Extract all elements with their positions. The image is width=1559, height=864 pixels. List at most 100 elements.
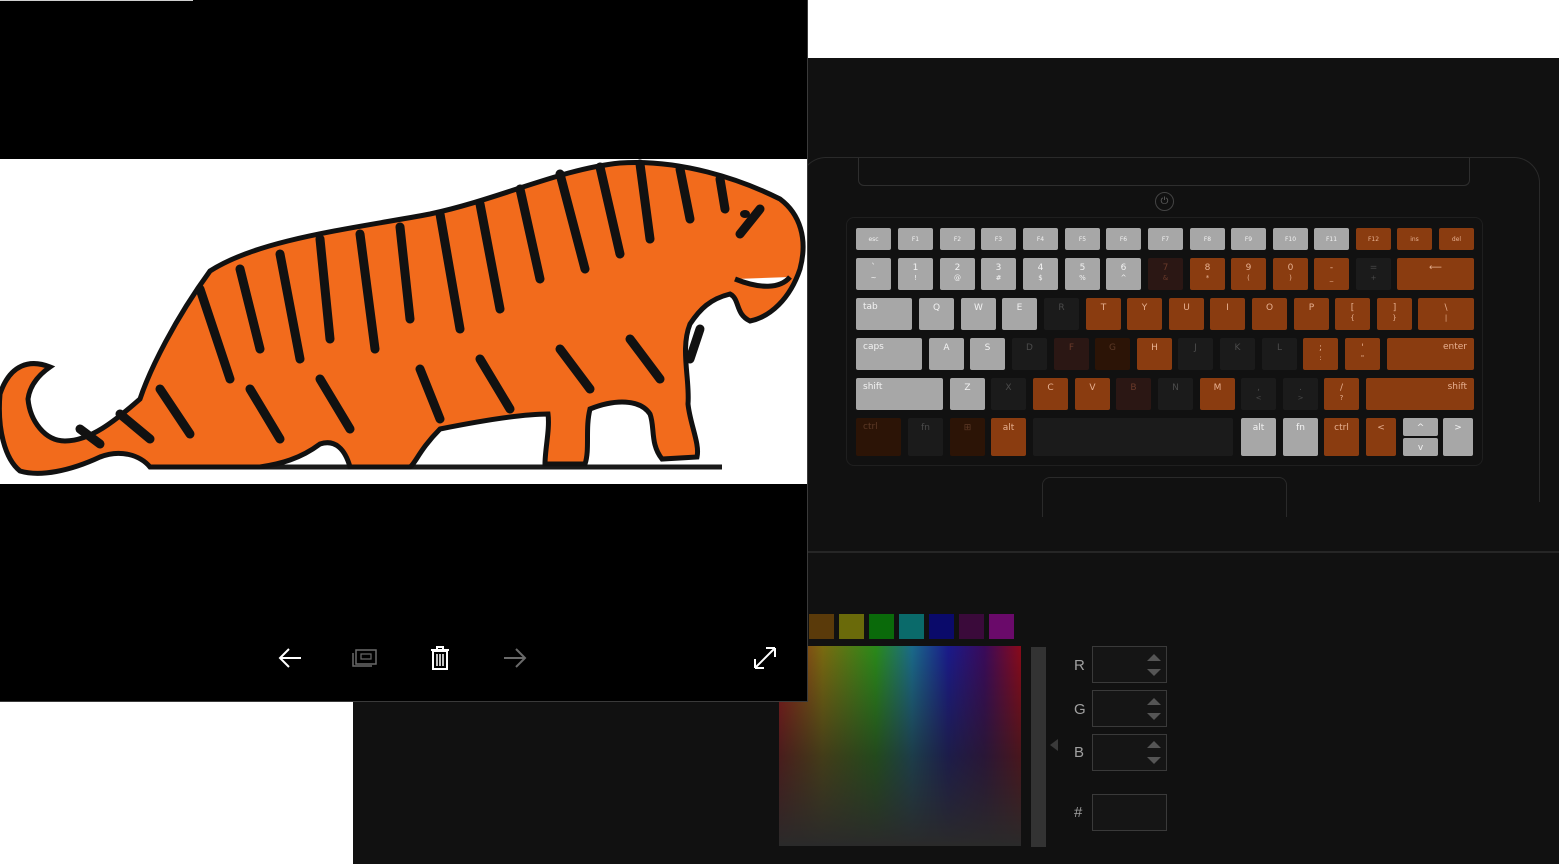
key-h[interactable]: H: [1137, 338, 1172, 370]
key-d[interactable]: D: [1012, 338, 1047, 370]
key-f12[interactable]: F12: [1356, 228, 1391, 250]
key-y[interactable]: Y: [1127, 298, 1162, 330]
key-f9[interactable]: F9: [1231, 228, 1266, 250]
key-i[interactable]: I: [1210, 298, 1245, 330]
key-g[interactable]: G: [1095, 338, 1130, 370]
key-space[interactable]: [1033, 418, 1233, 456]
key-j[interactable]: J: [1178, 338, 1213, 370]
key-4[interactable]: 4 $: [1023, 258, 1058, 290]
key-3[interactable]: 3 #: [981, 258, 1016, 290]
g-spin-up-icon[interactable]: [1147, 698, 1161, 705]
key-symbol[interactable]: ;:: [1303, 338, 1338, 370]
key-f11[interactable]: F11: [1314, 228, 1349, 250]
key-c[interactable]: C: [1033, 378, 1068, 410]
key-symbol[interactable]: [{: [1335, 298, 1370, 330]
key-shift[interactable]: shift: [1366, 378, 1474, 410]
g-spin-down-icon[interactable]: [1147, 713, 1161, 720]
key-r[interactable]: R: [1044, 298, 1079, 330]
key-esc[interactable]: esc: [856, 228, 891, 250]
key-0[interactable]: 0): [1273, 258, 1308, 290]
power-icon[interactable]: ⏻: [1155, 192, 1174, 211]
delete-button[interactable]: [425, 643, 455, 673]
key-f7[interactable]: F7: [1148, 228, 1183, 250]
key-b[interactable]: B: [1116, 378, 1151, 410]
fullscreen-button[interactable]: [750, 643, 780, 673]
key-symbol[interactable]: - _: [1314, 258, 1349, 290]
key-z[interactable]: Z: [950, 378, 985, 410]
key-symbol[interactable]: /?: [1324, 378, 1359, 410]
key-f5[interactable]: F5: [1065, 228, 1100, 250]
key-e[interactable]: E: [1002, 298, 1037, 330]
key-fn[interactable]: fn: [908, 418, 943, 456]
key-q[interactable]: Q: [919, 298, 954, 330]
g-input[interactable]: [1092, 690, 1167, 727]
key-u[interactable]: U: [1169, 298, 1204, 330]
key-alt[interactable]: alt: [991, 418, 1026, 456]
key-a[interactable]: A: [929, 338, 964, 370]
b-input[interactable]: [1092, 734, 1167, 771]
key-shift[interactable]: shift: [856, 378, 943, 410]
key-symbol[interactable]: <: [1366, 418, 1396, 456]
key-o[interactable]: O: [1252, 298, 1287, 330]
key-symbol[interactable]: = +: [1356, 258, 1391, 290]
key-6[interactable]: 6 ^: [1106, 258, 1141, 290]
key-k[interactable]: K: [1220, 338, 1255, 370]
hue-slider[interactable]: [1031, 647, 1046, 847]
previous-button[interactable]: [275, 643, 305, 673]
color-swatch[interactable]: [809, 614, 834, 639]
color-swatch[interactable]: [899, 614, 924, 639]
key-f10[interactable]: F10: [1273, 228, 1308, 250]
key-enter[interactable]: enter: [1387, 338, 1474, 370]
color-field[interactable]: [779, 646, 1021, 846]
key-l[interactable]: L: [1262, 338, 1297, 370]
key-f8[interactable]: F8: [1190, 228, 1225, 250]
key-symbol[interactable]: \ |: [1418, 298, 1474, 330]
key-5[interactable]: 5%: [1065, 258, 1100, 290]
key-7[interactable]: 7 &: [1148, 258, 1183, 290]
key-symbol[interactable]: ⟵: [1397, 258, 1474, 290]
key-9[interactable]: 9(: [1231, 258, 1266, 290]
slideshow-button[interactable]: [350, 643, 380, 673]
color-swatch[interactable]: [929, 614, 954, 639]
r-spin-up-icon[interactable]: [1147, 654, 1161, 661]
key-n[interactable]: N: [1158, 378, 1193, 410]
key-tab[interactable]: tab: [856, 298, 912, 330]
key-f6[interactable]: F6: [1106, 228, 1141, 250]
r-spin-down-icon[interactable]: [1147, 669, 1161, 676]
key-symbol[interactable]: >: [1443, 418, 1473, 456]
key-v[interactable]: V: [1075, 378, 1110, 410]
key-p[interactable]: P: [1294, 298, 1329, 330]
key-symbol[interactable]: ` ~: [856, 258, 891, 290]
key-x[interactable]: X: [991, 378, 1026, 410]
color-swatch[interactable]: [869, 614, 894, 639]
key-8[interactable]: 8 *: [1190, 258, 1225, 290]
key-symbol[interactable]: . >: [1283, 378, 1318, 410]
hex-input[interactable]: [1092, 794, 1167, 831]
key-1[interactable]: 1!: [898, 258, 933, 290]
key-s[interactable]: S: [970, 338, 1005, 370]
key-alt[interactable]: alt: [1241, 418, 1276, 456]
r-input[interactable]: [1092, 646, 1167, 683]
key-symbol[interactable]: ^: [1403, 418, 1438, 436]
key-2[interactable]: 2 @: [940, 258, 975, 290]
b-spin-down-icon[interactable]: [1147, 757, 1161, 764]
key-f2[interactable]: F2: [940, 228, 975, 250]
key-windows[interactable]: ⊞: [950, 418, 985, 456]
key-f1[interactable]: F1: [898, 228, 933, 250]
color-swatch[interactable]: [959, 614, 984, 639]
key-fn[interactable]: fn: [1283, 418, 1318, 456]
key-m[interactable]: M: [1200, 378, 1235, 410]
key-ins[interactable]: ins: [1397, 228, 1432, 250]
next-button[interactable]: [500, 643, 530, 673]
key-ctrl[interactable]: ctrl: [1324, 418, 1359, 456]
key-del[interactable]: del: [1439, 228, 1474, 250]
key-ctrl[interactable]: ctrl: [856, 418, 901, 456]
key-f[interactable]: F: [1054, 338, 1089, 370]
key-v[interactable]: v: [1403, 438, 1438, 456]
hue-pointer-icon[interactable]: [1050, 739, 1058, 751]
key-symbol[interactable]: ' ": [1345, 338, 1380, 370]
color-swatch[interactable]: [839, 614, 864, 639]
key-caps[interactable]: caps: [856, 338, 922, 370]
key-w[interactable]: W: [961, 298, 996, 330]
key-f4[interactable]: F4: [1023, 228, 1058, 250]
